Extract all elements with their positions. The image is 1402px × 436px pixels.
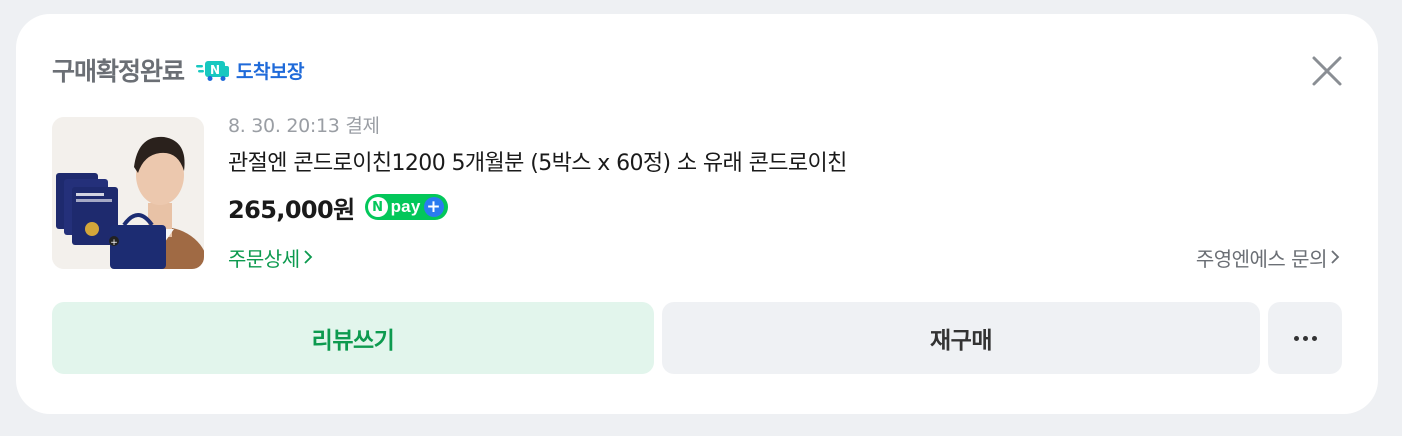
product-image: + — [52, 117, 204, 269]
seller-inquiry-label: 주영엔에스 문의 — [1195, 246, 1328, 271]
seller-inquiry-link[interactable]: 주영엔에스 문의 — [1196, 243, 1340, 272]
product-title[interactable]: 관절엔 콘드로이친1200 5개월분 (5박스 x 60정) 소 유래 콘드로이… — [228, 148, 1338, 180]
npay-badge: N pay + — [364, 194, 448, 220]
chevron-right-icon — [303, 250, 312, 264]
order-header: 구매확정완료 N 도착보장 — [52, 50, 304, 90]
order-info: 8. 30. 20:13 결제 관절엔 콘드로이친1200 5개월분 (5박스 … — [228, 112, 1338, 224]
svg-text:N: N — [210, 63, 220, 77]
product-thumbnail[interactable]: + — [52, 117, 204, 269]
write-review-label: 리뷰쓰기 — [311, 328, 395, 354]
chevron-right-icon — [1331, 250, 1340, 264]
order-detail-label: 주문상세 — [228, 246, 300, 271]
more-dots-icon — [1293, 335, 1317, 341]
delivery-truck-icon: N — [196, 61, 230, 81]
arrival-guarantee-badge: N 도착보장 — [196, 57, 304, 84]
rebuy-label: 재구매 — [930, 328, 992, 354]
links-row: 주문상세 주영엔에스 문의 — [228, 242, 1340, 272]
badge-label: 도착보장 — [236, 60, 304, 83]
rebuy-button[interactable]: 재구매 — [662, 302, 1260, 374]
npay-plus-icon: + — [423, 197, 444, 217]
more-options-button[interactable] — [1268, 302, 1342, 374]
npay-n-icon: N — [367, 197, 388, 217]
order-detail-link[interactable]: 주문상세 — [228, 243, 313, 272]
product-price: 265,000원 — [228, 195, 355, 224]
order-status: 구매확정완료 — [52, 57, 185, 86]
close-icon[interactable] — [1310, 54, 1344, 88]
npay-label: pay — [390, 197, 421, 216]
write-review-button[interactable]: 리뷰쓰기 — [52, 302, 654, 374]
order-card: 구매확정완료 N 도착보장 + 8. 30. 20:13 결제 관절엔 콘드로이… — [16, 14, 1378, 414]
svg-text:+: + — [110, 238, 118, 248]
price-row: 265,000원 N pay + — [228, 190, 1338, 224]
payment-date: 8. 30. 20:13 결제 — [228, 115, 380, 137]
